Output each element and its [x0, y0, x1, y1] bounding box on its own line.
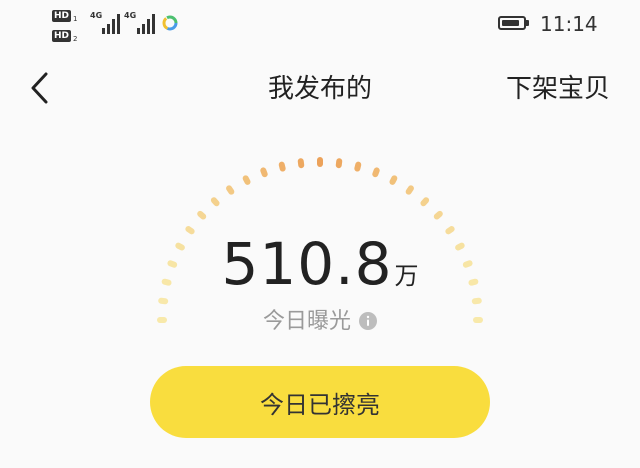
- signal-sim1: 4G: [90, 12, 120, 34]
- chevron-left-icon: [31, 72, 48, 104]
- exposure-number: 510.8: [221, 230, 393, 298]
- dual-sim-indicator: HD 1 HD 2: [52, 8, 86, 44]
- gauge-dot: [405, 185, 414, 195]
- network-type-sim2: 4G: [124, 11, 137, 20]
- exposure-unit: 万: [394, 262, 419, 290]
- battery-level-fill: [502, 20, 519, 26]
- exposure-gauge: 510.8万 今日曝光: [140, 140, 500, 360]
- signal-bars-icon: [102, 12, 120, 34]
- hd-badge-sim2: HD: [52, 30, 72, 42]
- gauge-dot: [226, 185, 235, 195]
- gauge-dot: [420, 197, 430, 207]
- status-bar: HD 1 HD 2 4G 4G 11:14: [0, 0, 640, 50]
- gauge-dot: [278, 161, 286, 172]
- gauge-dot: [471, 297, 482, 305]
- sim1-index: 1: [73, 15, 78, 23]
- status-time: 11:14: [540, 12, 598, 36]
- navigation-bar: 我发布的 下架宝贝: [0, 60, 640, 116]
- gauge-dot: [260, 167, 268, 178]
- gauge-dot: [335, 158, 343, 169]
- network-type-sim1: 4G: [90, 11, 103, 20]
- signal-sim2: 4G: [124, 12, 156, 34]
- sim2-index: 2: [73, 35, 78, 43]
- battery-icon: [498, 16, 529, 30]
- signal-bars-icon: [137, 12, 155, 34]
- polished-today-button[interactable]: 今日已擦亮: [150, 366, 490, 438]
- exposure-caption-label: 今日曝光: [262, 309, 351, 334]
- gauge-dot: [210, 197, 220, 207]
- hd-badge-sim1: HD: [52, 10, 72, 22]
- gauge-dot: [389, 175, 398, 185]
- back-button[interactable]: [24, 68, 60, 108]
- gauge-dot: [158, 297, 169, 305]
- gauge-dot: [372, 167, 380, 178]
- gauge-dot: [317, 157, 323, 167]
- gauge-dot: [297, 158, 305, 169]
- gauge-dot: [354, 161, 362, 172]
- gauge-dot: [242, 175, 251, 185]
- exposure-value: 510.8万: [140, 230, 500, 298]
- gauge-dot: [433, 210, 443, 220]
- exposure-caption: 今日曝光: [140, 308, 500, 336]
- delist-items-button[interactable]: 下架宝贝: [506, 73, 610, 105]
- info-icon[interactable]: [359, 312, 377, 330]
- app-notification-icon: [162, 15, 178, 31]
- gauge-dot: [197, 210, 207, 220]
